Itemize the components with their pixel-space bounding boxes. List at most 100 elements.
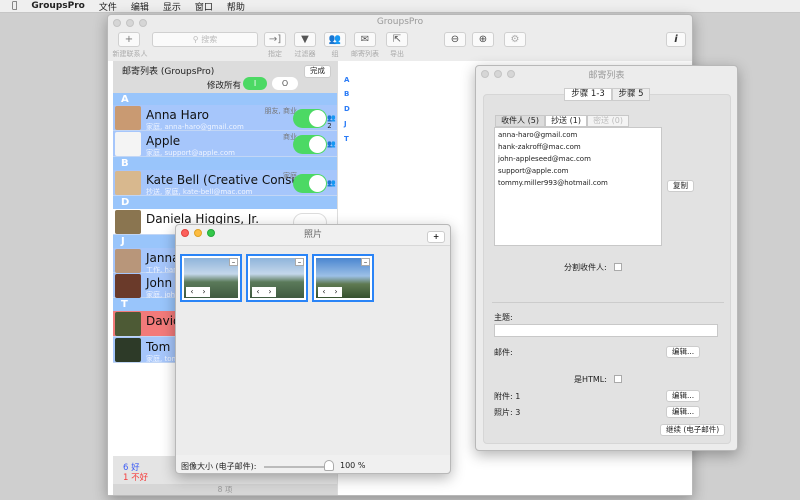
filter-icon[interactable]: ▼: [294, 32, 316, 47]
contact-tags: 朋友, 商业: [264, 107, 297, 115]
include-toggle[interactable]: [293, 109, 327, 128]
window-title: 照片: [303, 230, 322, 240]
window-title: 邮寄列表: [588, 71, 625, 81]
nav-arrows[interactable]: ‹ ›: [252, 287, 276, 297]
nav-arrows[interactable]: ‹ ›: [186, 287, 210, 297]
avatar: [115, 274, 141, 298]
contact-row[interactable]: Kate Bell (Creative Consulting) 抄送, 家庭, …: [113, 170, 337, 196]
split-checkbox[interactable]: [614, 263, 622, 271]
search-placeholder: 搜索: [201, 35, 218, 44]
edit-photos-button[interactable]: 编辑...: [666, 406, 701, 418]
mail-icon[interactable]: ✉: [354, 32, 376, 47]
menu-app[interactable]: GroupsPro: [31, 1, 84, 11]
apple-icon[interactable]: : [12, 1, 17, 11]
index-d[interactable]: D: [344, 105, 350, 113]
recipient-item[interactable]: hank-zakroff@mac.com: [498, 141, 658, 153]
done-button[interactable]: 完成: [304, 65, 331, 78]
avatar: [115, 210, 141, 234]
contact-row[interactable]: Apple 家庭, support@apple.com 商业 👥: [113, 131, 337, 157]
info-icon[interactable]: i: [666, 32, 686, 47]
search-input[interactable]: ⚲ 搜索: [152, 32, 258, 47]
new-contact-button[interactable]: +: [118, 32, 140, 47]
groups-label: 组: [331, 50, 339, 58]
index-j[interactable]: J: [344, 120, 347, 128]
subject-input[interactable]: [494, 324, 718, 337]
image-size-value: 100 %: [340, 461, 366, 470]
avatar: [115, 171, 141, 195]
menu-help[interactable]: 帮助: [227, 0, 245, 13]
recipient-list[interactable]: anna-haro@gmail.com hank-zakroff@mac.com…: [494, 127, 662, 246]
section-d: D: [113, 196, 337, 209]
menu-window[interactable]: 窗口: [195, 0, 213, 13]
tab-bcc[interactable]: 密送 (0): [587, 115, 629, 127]
continue-button[interactable]: 继续 (电子邮件): [660, 424, 726, 436]
groups-icon[interactable]: 👥: [324, 32, 346, 47]
list-title: 邮寄列表 (GroupsPro): [122, 67, 215, 77]
tab-step-1-3[interactable]: 步骤 1-3: [564, 88, 612, 101]
recipient-item[interactable]: tommy.miller993@hotmail.com: [498, 177, 658, 189]
avatar: [115, 106, 141, 130]
new-contact-label: 新建联系人: [112, 50, 148, 58]
remove-icon[interactable]: –: [295, 258, 304, 266]
slider-thumb[interactable]: [324, 460, 334, 471]
edit-attachments-button[interactable]: 编辑...: [666, 390, 701, 402]
photo-thumb[interactable]: – ‹ ›: [312, 254, 374, 302]
edit-message-button[interactable]: 编辑...: [666, 346, 701, 358]
contact-name: Apple: [146, 134, 181, 148]
photos-window: 照片 + – ‹ › – ‹ › – ‹ › 图像大小 (电子邮件): 100 %: [175, 224, 451, 474]
menu-edit[interactable]: 编辑: [131, 0, 149, 13]
add-photo-button[interactable]: +: [427, 231, 446, 243]
nav-arrows[interactable]: ‹ ›: [318, 287, 342, 297]
zoom-out-icon[interactable]: ⊖: [444, 32, 466, 47]
tab-step-5[interactable]: 步骤 5: [612, 88, 650, 101]
menu-view[interactable]: 显示: [163, 0, 181, 13]
avatar: [115, 249, 141, 273]
attachments-label: 附件: 1: [494, 392, 521, 401]
menu-file[interactable]: 文件: [99, 0, 117, 13]
index-b[interactable]: B: [344, 90, 349, 98]
modify-all-label: 修改所有: [207, 81, 242, 91]
section-b: B: [113, 157, 337, 170]
export-icon[interactable]: ⇱: [386, 32, 408, 47]
split-label: 分割收件人:: [564, 263, 607, 272]
index-a[interactable]: A: [344, 76, 349, 84]
gear-icon[interactable]: ⚙: [504, 32, 526, 47]
copy-button[interactable]: 复制: [667, 180, 694, 192]
photos-label: 照片: 3: [494, 408, 521, 417]
zoom-in-icon[interactable]: ⊕: [472, 32, 494, 47]
remove-icon[interactable]: –: [361, 258, 370, 266]
contact-name: Anna Haro: [146, 108, 209, 122]
group-icon: 👥: [327, 140, 336, 148]
assign-button[interactable]: →]: [264, 32, 286, 47]
group-count: 2: [327, 122, 332, 130]
index-t[interactable]: T: [344, 135, 349, 143]
photo-thumb[interactable]: – ‹ ›: [180, 254, 242, 302]
all-on-button[interactable]: I: [243, 77, 267, 90]
remove-icon[interactable]: –: [229, 258, 238, 266]
is-html-label: 是HTML:: [574, 375, 607, 384]
mailing-list-window: 邮寄列表 步骤 1-3 步骤 5 收件人 (5) 抄送 (1) 密送 (0) a…: [475, 65, 738, 451]
group-icon: 👥 2: [327, 114, 336, 130]
item-count: 8 项: [113, 484, 337, 495]
export-label: 导出: [390, 50, 404, 58]
recipient-item[interactable]: anna-haro@gmail.com: [498, 129, 658, 141]
all-off-button[interactable]: O: [272, 77, 298, 90]
avatar: [115, 132, 141, 156]
group-icon: 👥: [327, 179, 336, 187]
html-checkbox[interactable]: [614, 375, 622, 383]
photo-thumb[interactable]: – ‹ ›: [246, 254, 308, 302]
image-size-label: 图像大小 (电子邮件):: [181, 462, 257, 471]
tab-cc[interactable]: 抄送 (1): [545, 115, 587, 127]
recipient-item[interactable]: john-appleseed@mac.com: [498, 153, 658, 165]
mailing-list-label: 邮寄列表: [351, 50, 379, 58]
filter-label: 过滤器: [294, 50, 316, 58]
recipient-item[interactable]: support@apple.com: [498, 165, 658, 177]
contact-name: Kate Bell (Creative Consulting): [146, 173, 296, 187]
contact-row[interactable]: Anna Haro 家庭, anna-haro@gmail.com 朋友, 商业…: [113, 105, 337, 131]
include-toggle[interactable]: [293, 174, 327, 193]
avatar: [115, 338, 141, 362]
include-toggle[interactable]: [293, 135, 327, 154]
menu-bar:  GroupsPro 文件 编辑 显示 窗口 帮助: [0, 0, 800, 13]
tab-to[interactable]: 收件人 (5): [495, 115, 545, 127]
divider: [492, 302, 724, 303]
